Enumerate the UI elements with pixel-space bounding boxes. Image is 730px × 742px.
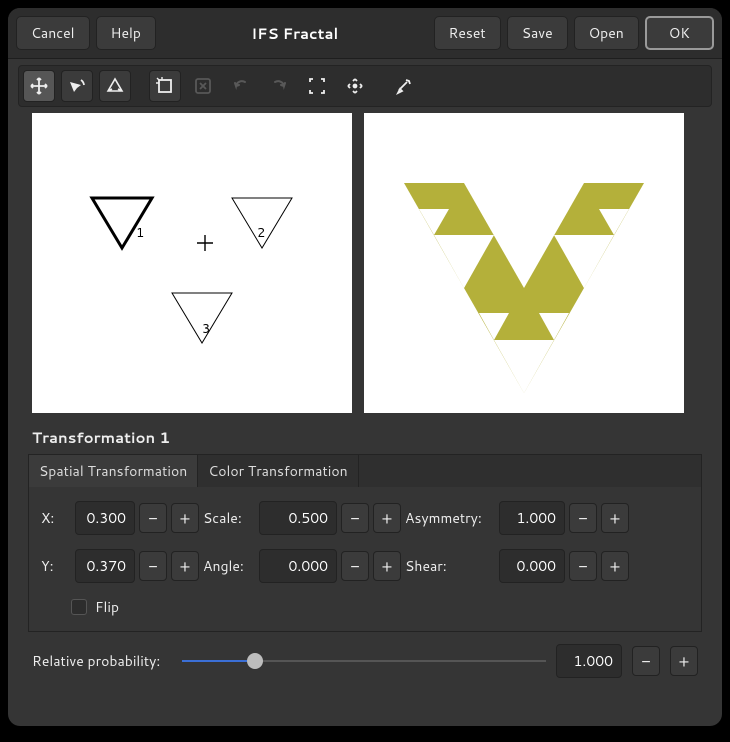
- tabs-frame: Spatial Transformation Color Transformat…: [28, 454, 702, 632]
- save-button[interactable]: Save: [507, 16, 568, 50]
- scale-increment[interactable]: +: [373, 503, 401, 533]
- new-button[interactable]: [149, 70, 181, 102]
- svg-text:2: 2: [257, 224, 265, 242]
- tabs-header: Spatial Transformation Color Transformat…: [29, 455, 701, 487]
- y-decrement[interactable]: −: [139, 551, 167, 581]
- options-button[interactable]: [389, 70, 421, 102]
- shear-increment[interactable]: +: [601, 551, 629, 581]
- titlebar: Cancel Help IFS Fractal Reset Save Open …: [8, 8, 722, 59]
- tab-spatial[interactable]: Spatial Transformation: [29, 455, 198, 487]
- preview-svg: [364, 113, 684, 413]
- x-label: X:: [41, 508, 71, 528]
- preview-canvas[interactable]: [364, 113, 684, 413]
- shear-label: Shear:: [405, 556, 495, 576]
- relative-probability-row: Relative probability: − +: [8, 632, 722, 690]
- rotate-tool-button[interactable]: [61, 70, 93, 102]
- relative-probability-increment[interactable]: +: [670, 646, 698, 676]
- scale-input[interactable]: [259, 501, 337, 535]
- svg-text:3: 3: [202, 320, 210, 338]
- reset-button[interactable]: Reset: [434, 16, 501, 50]
- redo-icon: [269, 76, 289, 96]
- delete-button: [187, 70, 219, 102]
- asymmetry-input[interactable]: [499, 501, 565, 535]
- redo-button: [263, 70, 295, 102]
- shear-decrement[interactable]: −: [569, 551, 597, 581]
- design-canvas[interactable]: 1 2 3 1 2 3: [32, 113, 352, 413]
- angle-decrement[interactable]: −: [341, 551, 369, 581]
- select-all-icon: [307, 76, 327, 96]
- y-label: Y:: [41, 556, 71, 576]
- angle-increment[interactable]: +: [373, 551, 401, 581]
- angle-input[interactable]: [259, 549, 337, 583]
- scale-label: Scale:: [203, 508, 255, 528]
- x-decrement[interactable]: −: [139, 503, 167, 533]
- toolbar: [18, 65, 712, 107]
- canvas-row: 1 2 3 1 2 3: [8, 113, 722, 421]
- design-svg: 1 2 3 1 2 3: [32, 113, 352, 413]
- relative-probability-label: Relative probability:: [32, 651, 172, 671]
- rotate-icon: [67, 76, 87, 96]
- shear-input[interactable]: [499, 549, 565, 583]
- select-all-button[interactable]: [301, 70, 333, 102]
- stretch-icon: [105, 76, 125, 96]
- y-input[interactable]: [75, 549, 135, 583]
- relative-probability-decrement[interactable]: −: [632, 646, 660, 676]
- relative-probability-input[interactable]: [556, 644, 622, 678]
- recenter-button[interactable]: [339, 70, 371, 102]
- scale-decrement[interactable]: −: [341, 503, 369, 533]
- x-input[interactable]: [75, 501, 135, 535]
- svg-text:1: 1: [136, 224, 144, 242]
- relative-probability-slider[interactable]: [182, 651, 546, 671]
- tabs-body: X: − + Scale: − + Asymmetry: − + Y: − + …: [29, 487, 701, 631]
- flip-label: Flip: [95, 597, 119, 617]
- asymmetry-increment[interactable]: +: [601, 503, 629, 533]
- tab-color[interactable]: Color Transformation: [198, 455, 358, 487]
- undo-icon: [231, 76, 251, 96]
- flip-checkbox[interactable]: [71, 599, 87, 615]
- move-tool-button[interactable]: [23, 70, 55, 102]
- section-title: Transformation 1: [8, 421, 722, 454]
- y-increment[interactable]: +: [171, 551, 199, 581]
- dialog-window: Cancel Help IFS Fractal Reset Save Open …: [8, 8, 722, 726]
- undo-button: [225, 70, 257, 102]
- toolbar-container: [8, 59, 722, 113]
- new-icon: [155, 76, 175, 96]
- move-icon: [29, 76, 49, 96]
- recenter-icon: [345, 76, 365, 96]
- open-button[interactable]: Open: [574, 16, 639, 50]
- dialog-title: IFS Fractal: [162, 23, 428, 44]
- delete-icon: [193, 76, 213, 96]
- ok-button[interactable]: OK: [645, 16, 714, 50]
- stretch-tool-button[interactable]: [99, 70, 131, 102]
- options-icon: [395, 76, 415, 96]
- asymmetry-decrement[interactable]: −: [569, 503, 597, 533]
- x-increment[interactable]: +: [171, 503, 199, 533]
- angle-label: Angle:: [203, 556, 255, 576]
- asymmetry-label: Asymmetry:: [405, 508, 495, 528]
- cancel-button[interactable]: Cancel: [16, 16, 90, 50]
- help-button[interactable]: Help: [96, 16, 156, 50]
